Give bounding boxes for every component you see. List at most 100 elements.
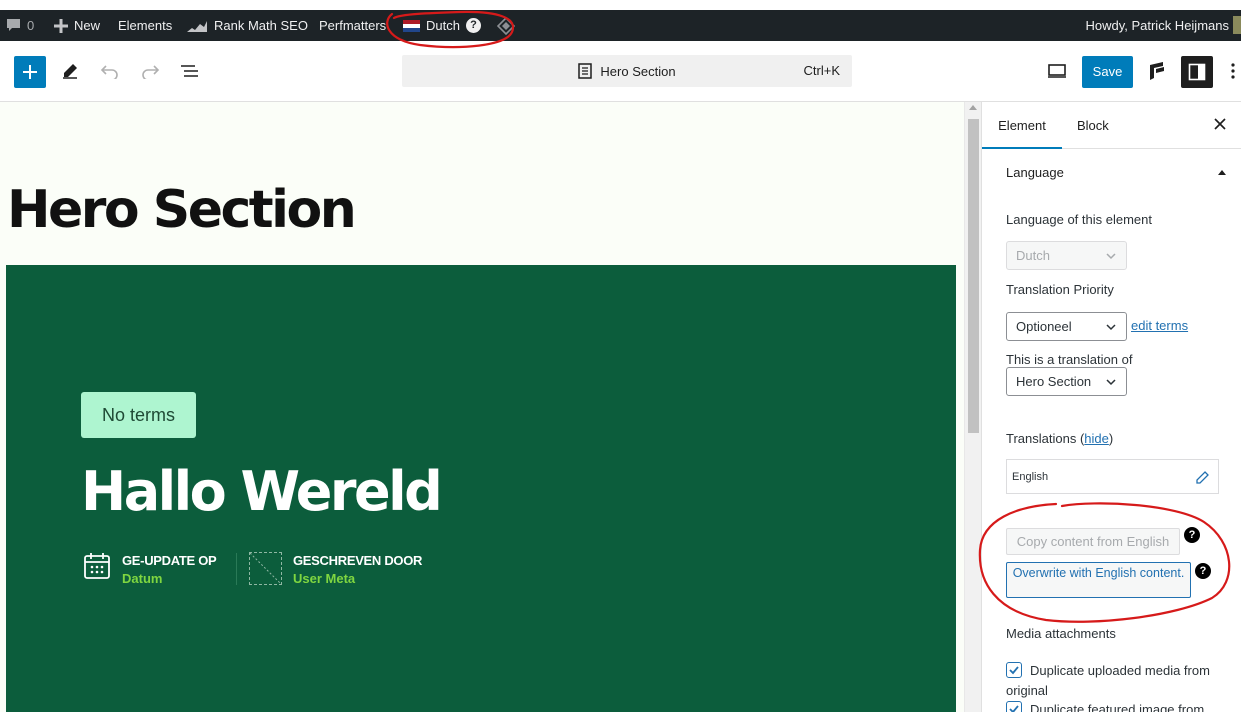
checkbox-checked[interactable] xyxy=(1006,662,1022,678)
undo-button[interactable] xyxy=(98,59,122,83)
meta-author[interactable]: GESCHREVEN DOOR User Meta xyxy=(249,552,422,588)
translation-of-select[interactable]: Hero Section xyxy=(1006,367,1127,396)
redo-icon xyxy=(142,65,160,79)
page-title[interactable]: Hero Section xyxy=(7,180,357,240)
edit-terms-link[interactable]: edit terms xyxy=(1131,318,1188,333)
admin-bar-new[interactable]: New xyxy=(54,10,100,41)
copy-help-icon[interactable]: ? xyxy=(1184,527,1200,543)
admin-bar-rank-math[interactable]: Rank Math SEO xyxy=(186,10,308,41)
duplicate-featured-option[interactable]: Duplicate featured image from xyxy=(1006,700,1231,712)
duplicate-media-option[interactable]: Duplicate uploaded media from original xyxy=(1006,661,1231,701)
list-view-icon xyxy=(181,65,198,77)
tab-block[interactable]: Block xyxy=(1077,102,1109,149)
chevron-down-icon xyxy=(1106,379,1116,386)
translation-row-english[interactable]: English xyxy=(1006,459,1219,494)
save-button[interactable]: Save xyxy=(1082,56,1133,88)
canvas-scrollbar[interactable] xyxy=(964,102,981,712)
diamond-icon xyxy=(497,16,515,35)
language-of-element-label: Language of this element xyxy=(1006,212,1152,227)
tools-button[interactable] xyxy=(58,59,82,83)
comment-bubble-icon xyxy=(7,19,20,31)
scroll-up-arrow-icon[interactable] xyxy=(969,105,977,110)
meta-updated-label: GE-UPDATE OP xyxy=(122,553,217,568)
language-select[interactable]: Dutch xyxy=(1006,241,1127,270)
close-icon[interactable] xyxy=(1212,116,1228,132)
terms-badge[interactable]: No terms xyxy=(81,392,196,438)
translation-of-value: Hero Section xyxy=(1016,374,1092,389)
chevron-down-icon xyxy=(1106,253,1116,260)
greeting: Howdy, Patrick Heijmans xyxy=(1085,18,1229,33)
hero-heading[interactable]: Hallo Wereld xyxy=(81,460,443,523)
more-vertical-icon xyxy=(1231,63,1235,79)
translation-of-label: This is a translation of xyxy=(1006,352,1133,367)
elements-label: Elements xyxy=(118,18,173,33)
translation-priority-label: Translation Priority xyxy=(1006,282,1114,297)
translations-label-row: Translations (hide) xyxy=(1006,431,1114,446)
theme-plugin-button[interactable] xyxy=(1145,59,1169,83)
overwrite-content-button[interactable]: Overwrite with English content. xyxy=(1006,562,1191,598)
checkmark-icon xyxy=(1009,705,1019,712)
translations-label: Translations xyxy=(1006,431,1077,446)
hero-section[interactable]: No terms Hallo Wereld GE-UPDATE OP Datum… xyxy=(6,265,956,712)
meta-author-value: User Meta xyxy=(293,571,356,586)
help-icon[interactable]: ? xyxy=(465,18,481,33)
options-button[interactable] xyxy=(1225,59,1241,83)
author-avatar-placeholder xyxy=(249,552,282,585)
settings-sidebar: Element Block Language Language of this … xyxy=(981,102,1241,712)
duplicate-media-label: Duplicate uploaded media from original xyxy=(1006,663,1210,698)
edit-pencil-icon[interactable] xyxy=(1195,470,1210,485)
desktop-icon xyxy=(1048,64,1066,78)
rank-math-label: Rank Math SEO xyxy=(214,18,308,33)
copy-content-button[interactable]: Copy content from English xyxy=(1006,528,1180,555)
plugin-logo-icon xyxy=(1150,62,1164,80)
admin-bar-extra[interactable] xyxy=(497,10,515,41)
command-palette-bar[interactable]: Hero Section Ctrl+K xyxy=(402,55,852,87)
admin-bar-perfmatters[interactable]: Perfmatters xyxy=(319,10,386,41)
undo-icon xyxy=(100,65,118,79)
editor-canvas: Hero Section No terms Hallo Wereld GE-UP… xyxy=(0,102,964,712)
document-overview-button[interactable] xyxy=(178,59,202,83)
sidebar-tabs: Element Block xyxy=(982,102,1241,149)
checkmark-icon xyxy=(1009,666,1019,675)
translation-priority-value: Optioneel xyxy=(1016,319,1072,334)
checkbox-checked[interactable] xyxy=(1006,701,1022,712)
admin-bar-elements[interactable]: Elements xyxy=(118,10,172,41)
translation-language: English xyxy=(1012,471,1049,483)
plus-icon xyxy=(54,18,68,33)
meta-updated-value: Datum xyxy=(122,571,163,586)
document-icon xyxy=(578,63,593,79)
hide-translations-link[interactable]: hide xyxy=(1084,431,1109,446)
meta-updated[interactable]: GE-UPDATE OP Datum xyxy=(83,552,217,588)
avatar[interactable] xyxy=(1233,16,1241,34)
chevron-down-icon xyxy=(1106,324,1116,331)
redo-button[interactable] xyxy=(138,59,162,83)
admin-bar-comments[interactable]: 0 xyxy=(6,10,34,41)
calendar-icon xyxy=(84,553,110,579)
comments-count: 0 xyxy=(27,18,35,33)
admin-bar-account[interactable]: Howdy, Patrick Heijmans xyxy=(1085,10,1229,41)
shortcut-hint: Ctrl+K xyxy=(803,63,840,78)
admin-bar: 0 New Elements Rank Math SEO Perfmatters… xyxy=(0,10,1241,41)
document-title: Hero Section xyxy=(600,63,676,79)
tab-element[interactable]: Element xyxy=(982,102,1062,149)
new-label: New xyxy=(74,18,101,33)
block-inserter-button[interactable] xyxy=(14,56,46,88)
dutch-flag-icon xyxy=(403,19,420,32)
admin-bar-language[interactable]: Dutch ? xyxy=(403,10,481,41)
language-select-value: Dutch xyxy=(1016,248,1050,263)
editor-header: Hero Section Ctrl+K Save xyxy=(0,41,1241,102)
sidebar-icon xyxy=(1188,63,1206,81)
settings-sidebar-toggle[interactable] xyxy=(1181,56,1213,88)
translation-priority-select[interactable]: Optioneel xyxy=(1006,312,1127,341)
duplicate-featured-label: Duplicate featured image from xyxy=(1030,702,1205,712)
chevron-up-icon[interactable] xyxy=(1218,170,1226,175)
pencil-icon xyxy=(63,64,77,79)
language-panel-title[interactable]: Language xyxy=(1006,165,1064,180)
rank-math-icon xyxy=(187,20,207,32)
overwrite-help-icon[interactable]: ? xyxy=(1195,563,1211,579)
plus-icon xyxy=(23,65,37,79)
scroll-thumb[interactable] xyxy=(968,119,979,433)
media-attachments-label: Media attachments xyxy=(1006,626,1116,641)
preview-button[interactable] xyxy=(1045,59,1069,83)
meta-divider xyxy=(236,553,237,585)
